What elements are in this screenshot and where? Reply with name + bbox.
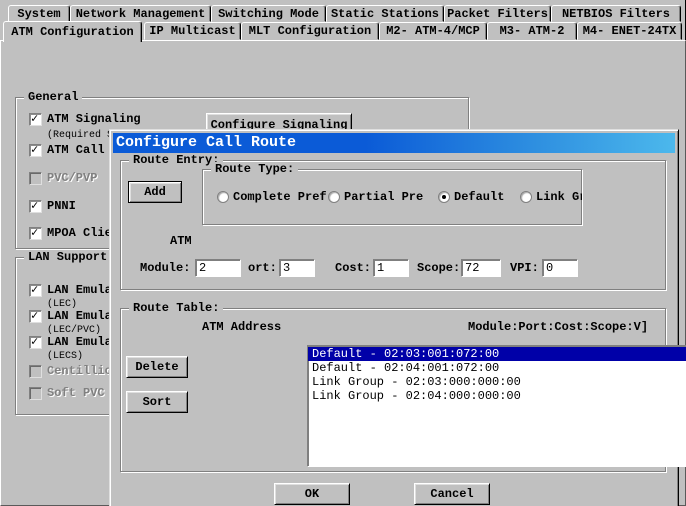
atm-signaling-label: ATM Signaling bbox=[47, 112, 141, 127]
tab-netbios-filters[interactable]: NETBIOS Filters bbox=[551, 5, 681, 22]
ok-button[interactable]: OK bbox=[274, 483, 350, 505]
route-row[interactable]: Default - 02:04:001:072:00 bbox=[308, 361, 686, 375]
route-table-list[interactable]: Default - 02:03:001:072:00 Default - 02:… bbox=[307, 345, 686, 467]
add-button[interactable]: Add bbox=[128, 181, 182, 203]
delete-button[interactable]: Delete bbox=[126, 356, 188, 378]
general-group-title: General bbox=[24, 90, 82, 104]
route-type-group-title: Route Type: bbox=[211, 162, 298, 176]
ok-button-label: OK bbox=[305, 487, 319, 501]
pnni-checkbox[interactable] bbox=[29, 200, 42, 213]
cost-input[interactable] bbox=[373, 259, 409, 277]
radio-complete-pref[interactable] bbox=[217, 191, 229, 203]
sort-button-label: Sort bbox=[143, 395, 172, 409]
atm-label: ATM bbox=[170, 232, 192, 250]
pvc-pvp-checkbox bbox=[29, 172, 42, 185]
tab-switching-mode[interactable]: Switching Mode bbox=[211, 5, 326, 22]
tab-m4-enet-24tx[interactable]: M4- ENET-24TX bbox=[577, 22, 682, 40]
app-window: General ATM Signaling (Required S ATM Ca… bbox=[0, 0, 686, 506]
radio-default-label: Default bbox=[454, 189, 504, 205]
tab-m3-atm-2[interactable]: M3- ATM-2 bbox=[487, 22, 577, 40]
cost-label: Cost: bbox=[335, 259, 371, 277]
lan-emulation-lecs-checkbox[interactable] bbox=[29, 336, 42, 349]
radio-partial-pre[interactable] bbox=[328, 191, 340, 203]
route-entry-group-title: Route Entry: bbox=[129, 153, 223, 167]
lan-emulation-lec-pvc-checkbox[interactable] bbox=[29, 310, 42, 323]
add-button-label: Add bbox=[144, 185, 166, 199]
soft-pvc-checkbox bbox=[29, 387, 42, 400]
port-input[interactable] bbox=[279, 259, 315, 277]
tab-network-management[interactable]: Network Management bbox=[70, 5, 211, 22]
lan-emulation-lecs-sublabel: (LECS) bbox=[47, 351, 83, 362]
tab-static-stations[interactable]: Static Stations bbox=[326, 5, 444, 22]
radio-complete-pref-label: Complete Pref bbox=[233, 189, 327, 205]
module-port-cost-scope-column-header: Module:Port:Cost:Scope:V] bbox=[468, 320, 648, 334]
atm-address-column-header: ATM Address bbox=[202, 320, 281, 334]
lan-emulation-lec-checkbox[interactable] bbox=[29, 284, 42, 297]
tab-atm-configuration[interactable]: ATM Configuration bbox=[3, 21, 142, 42]
route-row[interactable]: Link Group - 02:04:000:000:00 bbox=[308, 389, 686, 403]
scope-label: Scope: bbox=[417, 259, 460, 277]
route-table-group-title: Route Table: bbox=[129, 301, 223, 315]
port-label: ort: bbox=[248, 259, 277, 277]
cancel-button-label: Cancel bbox=[430, 487, 473, 501]
configure-call-route-dialog: Configure Call Route Route Entry: Add Ro… bbox=[109, 129, 679, 506]
delete-button-label: Delete bbox=[135, 360, 178, 374]
lan-support-group-title: LAN Support bbox=[24, 250, 111, 264]
radio-default[interactable] bbox=[438, 191, 450, 203]
vpi-label: VPI: bbox=[510, 259, 539, 277]
atm-call-routing-checkbox[interactable] bbox=[29, 144, 42, 157]
module-label: Module: bbox=[140, 259, 190, 277]
vpi-input[interactable] bbox=[542, 259, 578, 277]
cancel-button[interactable]: Cancel bbox=[414, 483, 490, 505]
pvc-pvp-label: PVC/PVP bbox=[47, 171, 97, 186]
route-row[interactable]: Link Group - 02:03:000:000:00 bbox=[308, 375, 686, 389]
radio-link-group-label: Link Group bbox=[536, 189, 582, 205]
centillion-checkbox bbox=[29, 365, 42, 378]
pnni-label: PNNI bbox=[47, 199, 76, 214]
module-input[interactable] bbox=[195, 259, 241, 277]
dialog-titlebar[interactable]: Configure Call Route bbox=[113, 133, 675, 153]
tab-ip-multicast[interactable]: IP Multicast bbox=[144, 22, 241, 40]
tab-mlt-configuration[interactable]: MLT Configuration bbox=[241, 22, 379, 40]
radio-partial-pre-label: Partial Pre bbox=[344, 189, 423, 205]
soft-pvc-label: Soft PVC bbox=[47, 386, 105, 401]
scope-input[interactable] bbox=[461, 259, 501, 277]
tab-packet-filters[interactable]: Packet Filters bbox=[444, 5, 551, 22]
mpoa-client-checkbox[interactable] bbox=[29, 227, 42, 240]
tab-content-panel: General ATM Signaling (Required S ATM Ca… bbox=[0, 40, 686, 506]
sort-button[interactable]: Sort bbox=[126, 391, 188, 413]
route-row[interactable]: Default - 02:03:001:072:00 bbox=[308, 347, 686, 361]
tab-system[interactable]: System bbox=[8, 5, 70, 22]
atm-signaling-sublabel: (Required S bbox=[47, 130, 113, 141]
dialog-title: Configure Call Route bbox=[116, 134, 296, 151]
radio-link-group[interactable] bbox=[520, 191, 532, 203]
tab-m2-atm-4-mcp[interactable]: M2- ATM-4/MCP bbox=[379, 22, 487, 40]
atm-signaling-checkbox[interactable] bbox=[29, 113, 42, 126]
